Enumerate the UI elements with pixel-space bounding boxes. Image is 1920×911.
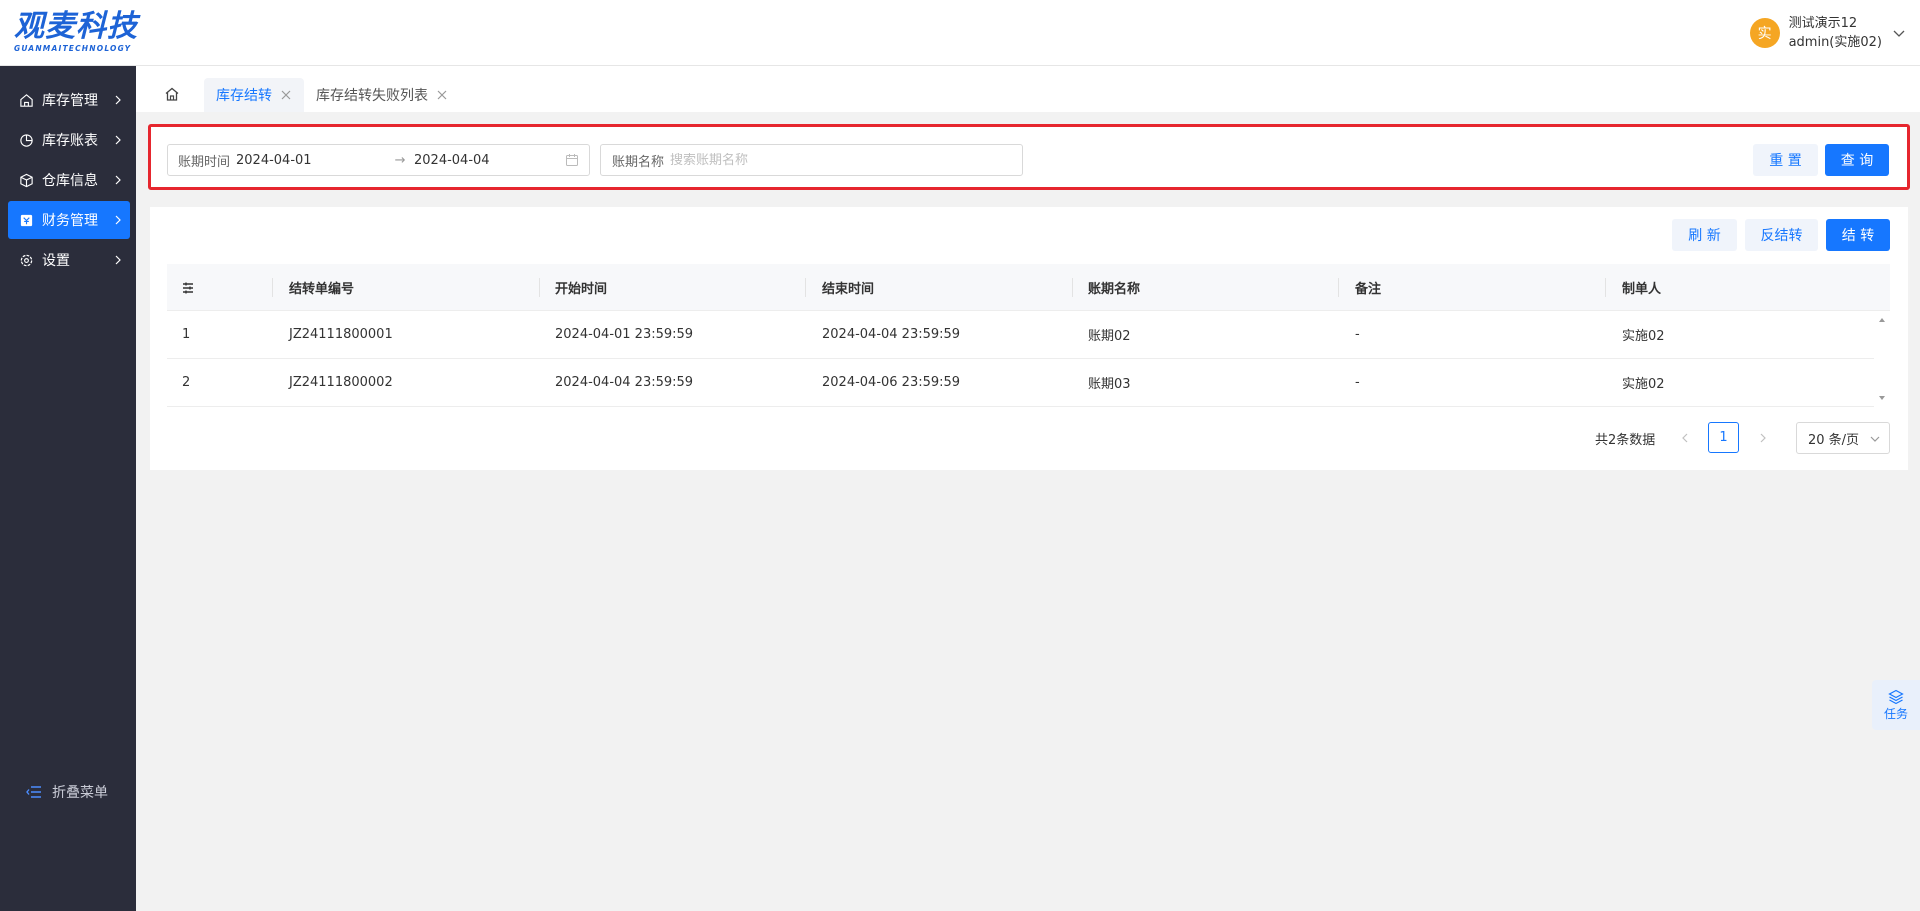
sidebar-item-label: 库存管理 <box>42 93 98 109</box>
collapse-menu-label: 折叠菜单 <box>52 785 108 801</box>
user-account: admin(实施02) <box>1788 35 1882 50</box>
collapse-menu-button[interactable]: 折叠菜单 <box>26 782 108 802</box>
chevron-right-icon[interactable] <box>1757 432 1769 444</box>
column-header-remark: 备注 <box>1355 282 1382 297</box>
sidebar-item-inventory-ledger[interactable]: 库存账表 <box>8 121 130 159</box>
transfer-no-cell: JZ24111800002 <box>289 375 393 390</box>
table-row[interactable]: 2 JZ24111800002 2024-04-04 23:59:59 2024… <box>167 359 1874 407</box>
avatar[interactable]: 实 <box>1749 18 1780 48</box>
chevron-right-icon <box>115 175 121 185</box>
reset-button[interactable]: 重 置 <box>1753 144 1818 176</box>
creator-cell: 实施02 <box>1622 329 1665 344</box>
sidebar-item-label: 财务管理 <box>42 213 98 229</box>
chevron-down-icon[interactable] <box>1892 26 1906 40</box>
sidebar-item-label: 仓库信息 <box>42 173 98 189</box>
logo-subtext: GUANMAITECHNOLOGY <box>14 44 132 53</box>
date-end-input[interactable]: 2024-04-04 <box>414 153 564 168</box>
collapse-menu-icon <box>26 786 41 798</box>
start-time-cell: 2024-04-01 23:59:59 <box>555 327 694 342</box>
period-name-cell: 账期02 <box>1088 329 1131 344</box>
column-header-end-time: 结束时间 <box>822 282 875 297</box>
creator-cell: 实施02 <box>1622 377 1665 392</box>
remark-cell: - <box>1355 327 1360 342</box>
chevron-left-icon[interactable] <box>1679 432 1691 444</box>
company-logo[interactable]: 观麦科技 GUANMAITECHNOLOGY <box>14 10 144 54</box>
pie-chart-icon <box>18 132 34 148</box>
chevron-right-icon <box>115 215 121 225</box>
gear-icon <box>18 252 34 268</box>
sidebar-item-warehouse-info[interactable]: 仓库信息 <box>8 161 130 199</box>
home-warehouse-icon <box>18 92 34 108</box>
end-time-cell: 2024-04-06 23:59:59 <box>822 375 961 390</box>
column-divider <box>1072 278 1073 297</box>
chevron-right-icon <box>115 135 121 145</box>
layers-icon <box>1888 689 1904 704</box>
column-settings-icon[interactable] <box>182 264 194 311</box>
page-number-current[interactable]: 1 <box>1708 422 1739 453</box>
close-icon[interactable] <box>280 89 292 101</box>
top-header: 观麦科技 GUANMAITECHNOLOGY 实 测试演示12 admin(实施… <box>0 0 1920 66</box>
sidebar-item-finance[interactable]: 财务管理 <box>8 201 130 239</box>
tab-label: 库存结转失败列表 <box>316 88 428 104</box>
period-name-cell: 账期03 <box>1088 377 1131 392</box>
chevron-right-icon <box>115 95 121 105</box>
finance-icon <box>18 212 34 228</box>
refresh-button[interactable]: 刷 新 <box>1672 219 1737 251</box>
logo-text: 观麦科技 <box>14 9 138 44</box>
date-range-label: 账期时间 <box>178 154 231 170</box>
sidebar-item-label: 库存账表 <box>42 133 98 149</box>
column-divider <box>1338 278 1339 297</box>
table-header: 结转单编号 开始时间 结束时间 账期名称 备注 制单人 <box>167 264 1890 311</box>
scroll-down-icon[interactable] <box>1878 394 1886 402</box>
column-header-period-name: 账期名称 <box>1088 282 1141 297</box>
end-time-cell: 2024-04-04 23:59:59 <box>822 327 961 342</box>
scroll-up-icon[interactable] <box>1878 316 1886 324</box>
row-index: 1 <box>182 327 191 342</box>
task-float-button[interactable]: 任务 <box>1872 680 1920 730</box>
tab-inventory-transfer[interactable]: 库存结转 <box>204 78 304 112</box>
sidebar-item-settings[interactable]: 设置 <box>8 241 130 279</box>
page-size-value: 20 条/页 <box>1808 432 1860 448</box>
column-divider <box>539 278 540 297</box>
column-divider <box>805 278 806 297</box>
remark-cell: - <box>1355 375 1360 390</box>
period-name-label: 账期名称 <box>612 154 665 170</box>
close-icon[interactable] <box>436 89 448 101</box>
arrow-right-icon: → <box>394 152 406 168</box>
reverse-transfer-button[interactable]: 反结转 <box>1745 219 1818 251</box>
table-scrollbar[interactable] <box>1874 311 1890 407</box>
chevron-down-icon <box>1870 436 1880 442</box>
task-label: 任务 <box>1883 706 1908 721</box>
chevron-right-icon <box>115 255 121 265</box>
period-name-input[interactable] <box>670 152 971 168</box>
period-name-search[interactable]: 账期名称 <box>600 144 1023 176</box>
search-button[interactable]: 查 询 <box>1825 144 1889 176</box>
period-date-range-picker[interactable]: 账期时间 2024-04-01 → 2024-04-04 <box>167 144 590 176</box>
sidebar-item-inventory[interactable]: 库存管理 <box>8 81 130 119</box>
user-name: 测试演示12 <box>1788 16 1858 31</box>
start-time-cell: 2024-04-04 23:59:59 <box>555 375 694 390</box>
date-start-input[interactable]: 2024-04-01 <box>236 153 386 168</box>
column-divider <box>272 278 273 297</box>
sidebar-item-label: 设置 <box>42 253 70 269</box>
tab-transfer-failure-list[interactable]: 库存结转失败列表 <box>304 78 460 112</box>
box-icon <box>18 172 34 188</box>
tab-bar: 库存结转 库存结转失败列表 <box>136 66 1920 112</box>
home-icon[interactable] <box>164 86 180 102</box>
user-menu[interactable]: 实 测试演示12 admin(实施02) <box>1749 12 1906 54</box>
pagination-total: 共2条数据 <box>1595 432 1656 448</box>
row-index: 2 <box>182 375 191 390</box>
transfer-button[interactable]: 结 转 <box>1826 219 1890 251</box>
column-divider <box>1605 278 1606 297</box>
user-info: 测试演示12 admin(实施02) <box>1789 14 1882 52</box>
tab-label: 库存结转 <box>216 88 272 104</box>
page-size-select[interactable]: 20 条/页 <box>1796 422 1890 454</box>
transfer-no-cell: JZ24111800001 <box>289 327 393 342</box>
column-header-start-time: 开始时间 <box>555 282 608 297</box>
calendar-icon <box>566 154 578 166</box>
table-row[interactable]: 1 JZ24111800001 2024-04-01 23:59:59 2024… <box>167 311 1874 359</box>
column-header-transfer-no: 结转单编号 <box>289 282 355 297</box>
column-header-creator: 制单人 <box>1622 282 1662 297</box>
